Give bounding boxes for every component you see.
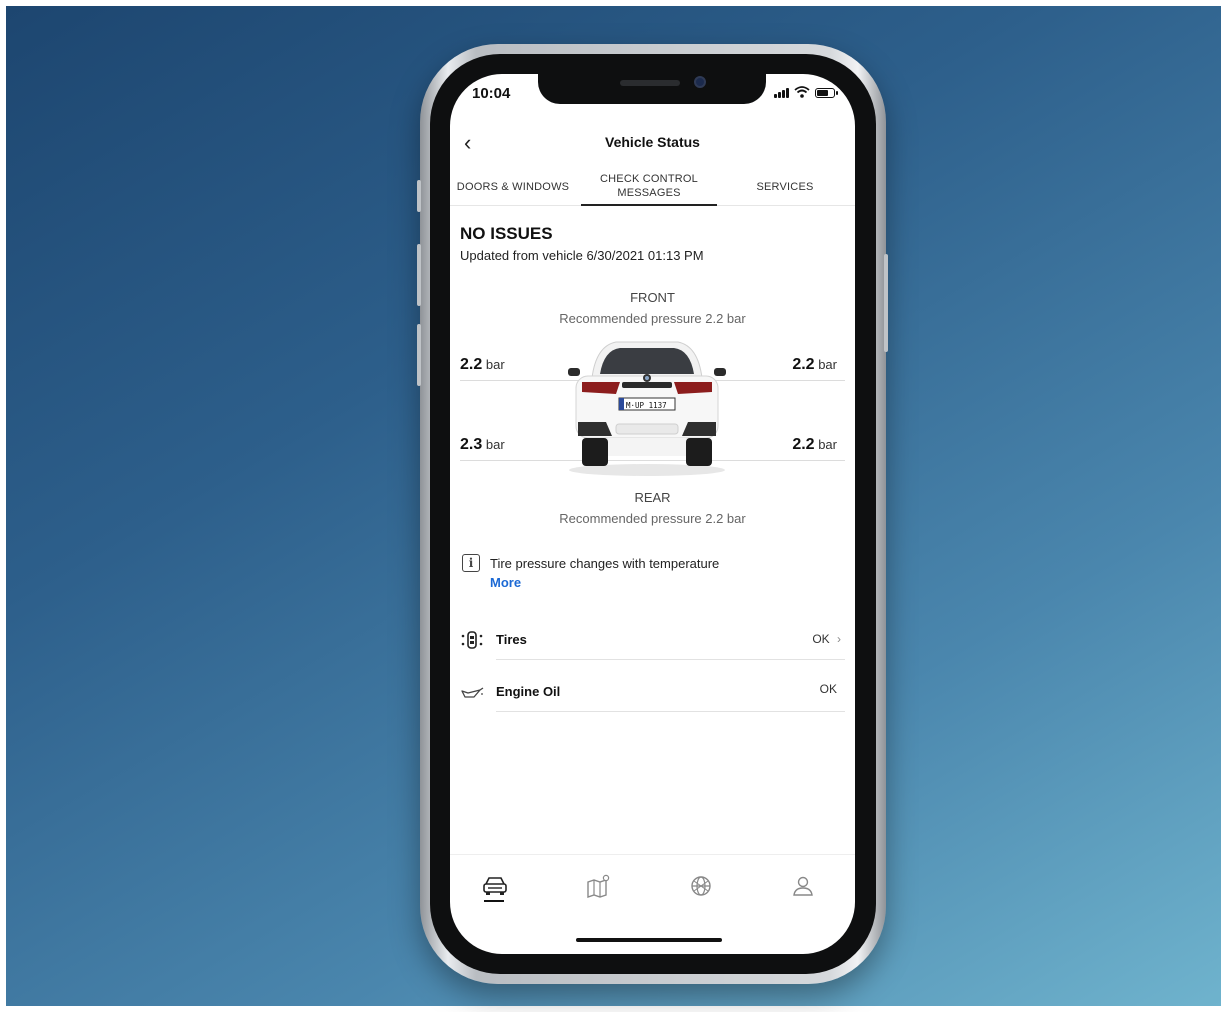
battery-icon [815, 88, 838, 98]
check-item-status: OK [819, 682, 837, 696]
status-time: 10:04 [472, 85, 511, 102]
car-rear-image: M·UP 1137 [568, 341, 726, 476]
front-left-pressure: 2.2 bar [460, 356, 505, 374]
check-item-engine-oil: Engine Oil OK [460, 672, 845, 712]
check-item-tires[interactable]: Tires OK › [460, 620, 845, 660]
check-item-label: Tires [496, 632, 527, 647]
nav-map[interactable] [583, 871, 613, 901]
notch [538, 74, 766, 104]
nav-vehicle[interactable] [480, 871, 510, 901]
volume-down-button [417, 324, 421, 386]
front-recommended-pressure: Recommended pressure 2.2 bar [559, 311, 746, 326]
rear-left-pressure: 2.3 bar [460, 436, 505, 454]
front-left-unit: bar [485, 357, 505, 372]
tab-bar: DOORS & WINDOWS CHECK CONTROL MESSAGES S… [450, 168, 855, 206]
engine-oil-icon [461, 687, 484, 698]
status-headline: NO ISSUES [460, 224, 553, 243]
info-icon: i [462, 554, 480, 572]
nav-profile[interactable] [788, 871, 818, 901]
app-screen: 10:04 ‹ Vehicle Status DOORS & WINDOWS C… [450, 74, 855, 954]
temperature-info: i Tire pressure changes with temperature… [462, 554, 719, 592]
chevron-right-icon: › [837, 632, 841, 646]
mute-switch [417, 180, 421, 212]
check-item-status: OK › [812, 632, 841, 646]
globe-icon [691, 876, 711, 896]
status-icons [774, 86, 838, 98]
nav-discover[interactable] [686, 871, 716, 901]
front-right-value: 2.2 [792, 356, 815, 373]
front-camera [694, 76, 706, 88]
signal-icon [774, 88, 789, 98]
power-button [884, 254, 888, 352]
more-link[interactable]: More [490, 573, 719, 592]
rear-right-pressure: 2.2 bar [792, 436, 837, 454]
volume-up-button [417, 244, 421, 306]
rear-recommended-pressure: Recommended pressure 2.2 bar [559, 511, 746, 526]
row-divider [496, 711, 845, 712]
row-divider [496, 659, 845, 660]
page-title: Vehicle Status [605, 134, 700, 150]
nav-active-indicator [484, 900, 504, 902]
check-item-label: Engine Oil [496, 684, 561, 699]
map-icon [587, 874, 610, 898]
tire-pressure-icon [461, 631, 483, 649]
car-icon [483, 877, 507, 895]
profile-icon [793, 876, 813, 896]
rear-left-value: 2.3 [460, 436, 483, 453]
tab-doors-windows[interactable]: DOORS & WINDOWS [450, 168, 576, 206]
front-right-pressure: 2.2 bar [792, 356, 837, 374]
rear-right-unit: bar [818, 437, 837, 452]
bottom-navigation [450, 854, 855, 914]
rear-label: REAR [634, 490, 671, 505]
rear-right-value: 2.2 [792, 436, 815, 453]
front-right-unit: bar [818, 357, 837, 372]
front-label: FRONT [630, 290, 675, 305]
tab-services[interactable]: SERVICES [730, 168, 840, 206]
home-indicator[interactable] [576, 938, 722, 942]
front-left-value: 2.2 [460, 356, 483, 373]
tab-check-control-messages[interactable]: CHECK CONTROL MESSAGES [581, 168, 717, 206]
header: ‹ Vehicle Status [450, 128, 855, 158]
updated-timestamp: Updated from vehicle 6/30/2021 01:13 PM [460, 248, 704, 263]
license-plate: M·UP 1137 [626, 401, 667, 410]
wifi-icon [794, 86, 810, 98]
info-text: Tire pressure changes with temperature [490, 556, 720, 571]
rear-left-unit: bar [485, 437, 505, 452]
